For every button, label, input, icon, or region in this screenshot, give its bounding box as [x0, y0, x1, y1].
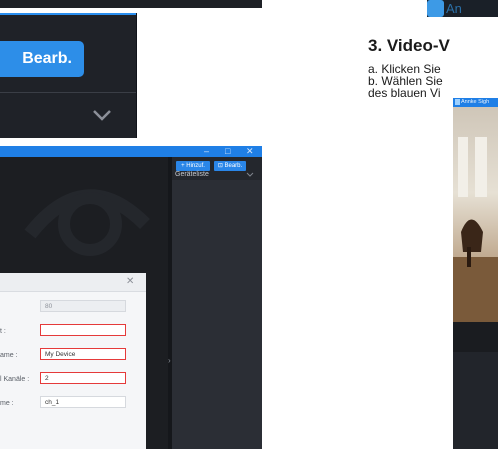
close-icon[interactable]: ✕ — [126, 276, 134, 287]
video-window-screenshot: Annke Sigh — [453, 98, 498, 449]
field-label: l Kanäle : — [0, 376, 30, 383]
edit-button[interactable]: Bearb. — [0, 41, 84, 77]
toolbar-strip — [0, 0, 262, 8]
annke-logo-icon — [427, 0, 444, 17]
device-dialog: ✕ t : ame : l Kanäle : me : 80 My Device… — [0, 273, 146, 449]
chevron-down-icon[interactable] — [246, 172, 254, 178]
dialog-header — [0, 273, 146, 292]
device-list-label: Geräteliste — [175, 171, 209, 178]
maximize-button[interactable]: □ — [225, 146, 230, 157]
minimize-button[interactable]: – — [204, 146, 209, 157]
channel-name-field[interactable]: ch_1 — [40, 396, 126, 408]
edit-device-button[interactable]: ⊡ Bearb. — [214, 161, 246, 171]
collapse-arrow-icon[interactable]: › — [168, 356, 171, 365]
video-bottom-panel — [453, 352, 498, 449]
port-field[interactable]: 80 — [40, 300, 126, 312]
eye-watermark-icon — [24, 189, 150, 256]
app-icon — [455, 99, 460, 105]
video-controls-strip — [453, 322, 498, 352]
field-label: t : — [0, 328, 6, 335]
edit-panel-crop: Bearb. — [0, 13, 137, 138]
chevron-down-icon[interactable] — [90, 105, 114, 125]
camera-feed-image — [453, 137, 498, 322]
device-name-field[interactable]: My Device — [40, 348, 126, 360]
address-field[interactable] — [40, 324, 126, 336]
channel-count-field[interactable]: 2 — [40, 372, 126, 384]
window-titlebar — [0, 146, 262, 157]
app-logo-text: An — [446, 1, 462, 16]
app-logo: An — [427, 0, 498, 17]
close-window-button[interactable]: ✕ — [246, 146, 254, 157]
field-label: me : — [0, 400, 14, 407]
accent-line — [0, 13, 136, 15]
section-title: 3. Video-V — [368, 36, 450, 55]
add-device-button[interactable]: + Hinzuf. — [176, 161, 210, 171]
instruction-continued: des blauen Vi — [368, 86, 441, 100]
camera-feed — [453, 107, 498, 322]
divider — [0, 92, 136, 93]
field-label: ame : — [0, 352, 18, 359]
device-list-panel: + Hinzuf. ⊡ Bearb. Geräteliste — [172, 157, 262, 449]
app-window-screenshot: – □ ✕ › + Hinzuf. ⊡ Bearb. Geräteliste ✕… — [0, 146, 262, 449]
